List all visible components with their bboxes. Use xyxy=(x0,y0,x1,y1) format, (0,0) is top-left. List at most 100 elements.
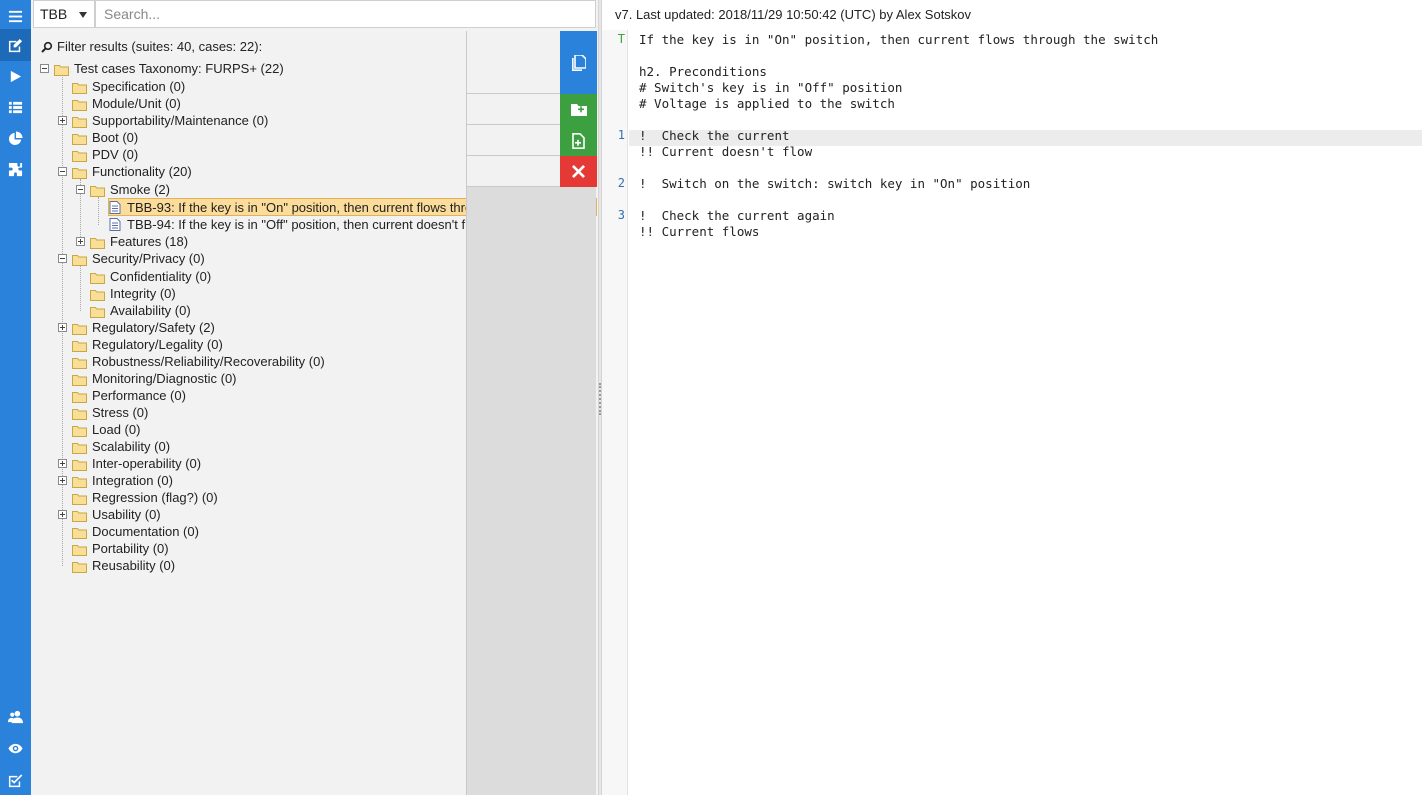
delete-icon[interactable] xyxy=(560,156,597,187)
folder-icon xyxy=(90,184,105,197)
tree-node[interactable]: Features (18) xyxy=(90,233,190,250)
step-expected-line[interactable]: !! Current flows xyxy=(639,224,759,240)
tree-node[interactable]: Portability (0) xyxy=(72,540,171,557)
project-selector[interactable]: TBB xyxy=(33,0,95,28)
tree-node-label: Robustness/Reliability/Recoverability (0… xyxy=(92,354,325,369)
collapse-icon[interactable] xyxy=(40,64,49,73)
tree-node-label: Confidentiality (0) xyxy=(110,269,212,284)
tree-node-label: Regression (flag?) (0) xyxy=(92,490,218,505)
menu-icon[interactable] xyxy=(0,0,31,32)
tree-node[interactable]: Reusability (0) xyxy=(72,557,177,574)
tree-node[interactable]: Smoke (2) xyxy=(90,181,172,198)
tree-node-label: Availability (0) xyxy=(110,303,191,318)
tree-node-label: Security/Privacy (0) xyxy=(92,251,205,266)
tree-node[interactable]: Integrity (0) xyxy=(90,285,178,302)
tree-node[interactable]: Regulatory/Legality (0) xyxy=(72,336,225,353)
tree-node[interactable]: Performance (0) xyxy=(72,387,188,404)
copy-icon[interactable] xyxy=(560,31,597,94)
tree-node[interactable]: Supportability/Maintenance (0) xyxy=(72,112,270,129)
folder-icon xyxy=(72,560,87,573)
folder-icon xyxy=(54,63,69,76)
tree-node[interactable]: Regression (flag?) (0) xyxy=(72,489,220,506)
tree-node[interactable]: Robustness/Reliability/Recoverability (0… xyxy=(72,353,327,370)
list-icon[interactable] xyxy=(0,91,31,123)
collapse-icon[interactable] xyxy=(76,185,85,194)
test-tree-panel: TBB Filter results (suites: 40, cases: 2… xyxy=(31,0,598,795)
pie-chart-icon[interactable] xyxy=(0,122,31,154)
tree-node-label: Integrity (0) xyxy=(110,286,176,301)
expand-icon[interactable] xyxy=(58,510,67,519)
users-icon[interactable] xyxy=(0,700,31,732)
case-title-line[interactable]: If the key is in "On" position, then cur… xyxy=(639,32,1158,48)
folder-icon xyxy=(72,475,87,488)
tree-node-label: PDV (0) xyxy=(92,147,139,162)
expand-icon[interactable] xyxy=(58,323,67,332)
checkbox-icon[interactable] xyxy=(0,764,31,796)
expand-icon[interactable] xyxy=(76,237,85,246)
tree-node[interactable]: Monitoring/Diagnostic (0) xyxy=(72,370,239,387)
play-icon[interactable] xyxy=(0,60,31,92)
tree-node[interactable]: Inter-operability (0) xyxy=(72,455,203,472)
precondition-line[interactable]: # Voltage is applied to the switch xyxy=(639,96,895,112)
tree-node[interactable]: Usability (0) xyxy=(72,506,163,523)
tree-node-label: Features (18) xyxy=(110,234,189,249)
splitter-grip[interactable] xyxy=(599,383,601,415)
folder-icon xyxy=(72,166,87,179)
gutter-step-number: 1 xyxy=(617,128,625,142)
tree-node[interactable]: Documentation (0) xyxy=(72,523,201,540)
action-slot xyxy=(467,156,560,187)
folder-icon xyxy=(72,441,87,454)
tree-node[interactable]: Functionality (20) xyxy=(72,163,194,180)
tree-node[interactable]: Boot (0) xyxy=(72,129,140,146)
project-name: TBB xyxy=(40,6,68,22)
icon-sidebar xyxy=(0,0,31,795)
folder-icon xyxy=(72,81,87,94)
tree-node-label: Integration (0) xyxy=(92,473,173,488)
expand-icon[interactable] xyxy=(58,459,67,468)
add-case-icon[interactable] xyxy=(560,125,597,156)
folder-icon xyxy=(90,305,105,318)
tree-node-label: Smoke (2) xyxy=(110,182,170,197)
tree-node-label: Load (0) xyxy=(92,422,141,437)
tree-node[interactable]: Availability (0) xyxy=(90,302,193,319)
add-folder-icon[interactable] xyxy=(560,94,597,125)
tree-node[interactable]: PDV (0) xyxy=(72,146,140,163)
tree-node[interactable]: Load (0) xyxy=(72,421,142,438)
tree-node[interactable]: Integration (0) xyxy=(72,472,175,489)
step-expected-line[interactable]: !! Current doesn't flow xyxy=(639,144,812,160)
eye-icon[interactable] xyxy=(0,732,31,764)
tree-line xyxy=(62,77,63,566)
collapse-icon[interactable] xyxy=(58,254,67,263)
folder-icon xyxy=(72,407,87,420)
step-action-line[interactable]: ! Check the current xyxy=(639,128,790,144)
tree-node-label: Monitoring/Diagnostic (0) xyxy=(92,371,237,386)
step-action-line[interactable]: ! Switch on the switch: switch key in "O… xyxy=(639,176,1030,192)
document-icon xyxy=(109,218,121,231)
action-slot xyxy=(467,125,560,156)
filter-results[interactable]: Filter results (suites: 40, cases: 22): xyxy=(41,39,262,54)
tree-node-label: Usability (0) xyxy=(92,507,161,522)
collapse-icon[interactable] xyxy=(58,167,67,176)
tree-node[interactable]: Security/Privacy (0) xyxy=(72,250,207,267)
folder-icon xyxy=(90,271,105,284)
tree-node-label: Regulatory/Safety (2) xyxy=(92,320,215,335)
search-input[interactable] xyxy=(95,0,596,28)
action-slot xyxy=(467,31,560,94)
step-action-line[interactable]: ! Check the current again xyxy=(639,208,835,224)
folder-icon xyxy=(72,98,87,111)
expand-icon[interactable] xyxy=(58,116,67,125)
tree-node[interactable]: Confidentiality (0) xyxy=(90,268,213,285)
puzzle-icon[interactable] xyxy=(0,153,31,185)
tree-node[interactable]: Scalability (0) xyxy=(72,438,172,455)
preconditions-heading[interactable]: h2. Preconditions xyxy=(639,64,767,80)
edit-icon[interactable] xyxy=(0,29,31,61)
folder-icon xyxy=(72,492,87,505)
tree-node[interactable]: Regulatory/Safety (2) xyxy=(72,319,217,336)
precondition-line[interactable]: # Switch's key is in "Off" position xyxy=(639,80,902,96)
tree-node[interactable]: Module/Unit (0) xyxy=(72,95,183,112)
tree-node-root[interactable]: Test cases Taxonomy: FURPS+ (22) xyxy=(40,60,286,77)
tree-node[interactable]: Stress (0) xyxy=(72,404,150,421)
expand-icon[interactable] xyxy=(58,476,67,485)
tree-node-label: Documentation (0) xyxy=(92,524,199,539)
tree-node[interactable]: Specification (0) xyxy=(72,78,187,95)
